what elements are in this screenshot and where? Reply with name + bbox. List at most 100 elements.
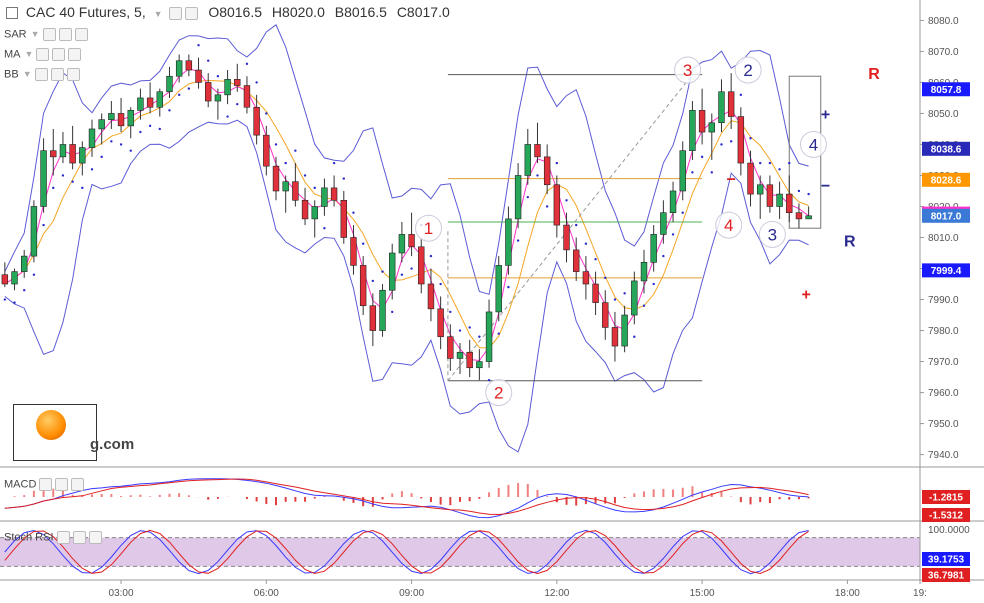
sar-dot [207,59,210,62]
collapse-icon[interactable] [6,7,18,20]
sar-dot [439,282,442,286]
candle-body [21,255,28,272]
sar-dot [381,270,384,273]
settings-icon[interactable] [58,28,72,41]
sar-dot [81,186,84,190]
macd-pane[interactable] [4,478,810,519]
eye-icon[interactable] [169,6,183,20]
candle-body [146,97,154,108]
candle-body [205,82,212,102]
eye-icon[interactable] [34,68,48,81]
close-icon[interactable] [74,28,88,41]
wave-label: 3 [683,61,692,80]
sar-dot [526,195,529,199]
eye-icon[interactable] [39,478,53,491]
sar-dot [584,242,588,245]
sar-dot [449,310,452,314]
sar-dot [555,161,559,165]
coin-icon [36,410,66,440]
candle-body [679,150,686,192]
candle-body [447,336,454,359]
sar-dot [42,223,45,227]
sar-dot [700,155,704,159]
indicator-sar-label: SAR [4,28,27,41]
price-tick-label: 7960.0 [928,388,959,399]
price-tag-label: 8017.0 [931,211,962,222]
price-tick-label: 8070.0 [928,47,959,58]
symbol-title[interactable]: CAC 40 Futures, 5, [26,4,146,20]
eye-icon[interactable] [42,28,56,41]
eye-icon[interactable] [36,48,50,61]
sar-dot [148,124,152,128]
sar-dot [245,62,249,66]
sar-dot [361,242,365,245]
candle-body [766,184,774,207]
macd-label: MACD [4,478,37,491]
candle-body [757,184,764,195]
indicator-bb[interactable]: BB ▼ [4,68,80,81]
indicator-sar[interactable]: SAR ▼ [4,28,88,41]
indicator-stoch[interactable]: Stoch RSI [4,531,102,544]
candle-body [689,110,696,151]
time-tick-label: 06:00 [254,588,279,599]
candle-body [524,144,531,176]
candle-body [234,79,241,86]
candle-body [11,271,18,285]
ohlc-close: C8017.0 [396,4,450,20]
wave-marker: R [868,66,880,83]
sar-dot [313,186,316,190]
candle-body [476,361,483,369]
sar-dot [681,211,684,214]
settings-icon[interactable] [72,531,86,544]
close-icon[interactable] [88,531,102,544]
sar-dot [226,115,229,118]
sar-dot [759,161,762,165]
sar-dot [720,143,723,146]
price-tag-label: 8038.6 [931,144,962,155]
candle-body [611,327,619,347]
close-icon[interactable] [66,68,80,81]
stoch-rsi-pane[interactable] [0,529,920,575]
indicator-ma-label: MA [4,48,21,61]
sar-dot [575,223,578,227]
price-tick-label: 8080.0 [928,16,959,27]
sar-dot [187,87,191,90]
eye-icon[interactable] [56,531,70,544]
macd-value-label: -1.2815 [929,493,963,504]
candle-body [127,110,134,127]
close-icon[interactable] [68,48,82,61]
indicator-bb-label: BB [4,68,19,81]
settings-icon[interactable] [52,48,66,61]
bollinger-lower [4,119,809,453]
sar-dot [507,285,510,289]
chevron-down-icon[interactable]: ▼ [31,29,40,39]
projection-line [447,74,693,382]
candle-body [156,91,163,108]
settings-icon[interactable] [55,478,69,491]
chevron-down-icon[interactable]: ▼ [25,49,34,59]
sar-dot [545,205,549,208]
candle-body [727,91,735,117]
sar-dot [352,211,355,214]
chevron-down-icon[interactable]: ▼ [23,69,32,79]
indicator-macd[interactable]: MACD [4,478,85,491]
chevron-down-icon[interactable]: ▼ [154,9,163,19]
settings-icon[interactable] [185,6,199,20]
candle-body [485,311,493,362]
candle-body [330,187,338,201]
sar-dot [778,168,781,171]
settings-icon[interactable] [50,68,64,81]
wave-marker: − [726,172,735,189]
close-icon[interactable] [71,478,85,491]
indicator-ma[interactable]: MA ▼ [4,48,82,61]
candle-body [640,262,648,282]
sar-dot [71,180,74,183]
sar-dot [671,233,675,236]
candle-body [50,150,57,158]
price-chart[interactable]: 1 2 3 2 4 3 4 R R + − + − 7940.0 7950.0 7960.0 7970.0 79… [0,0,984,603]
sar-dot [284,161,287,165]
price-tick-label: 7940.0 [928,450,959,461]
main-price-pane[interactable]: 1 2 3 2 4 3 4 R R + − + − [1,24,880,453]
sar-dot [429,254,433,258]
candle-body [117,113,125,127]
